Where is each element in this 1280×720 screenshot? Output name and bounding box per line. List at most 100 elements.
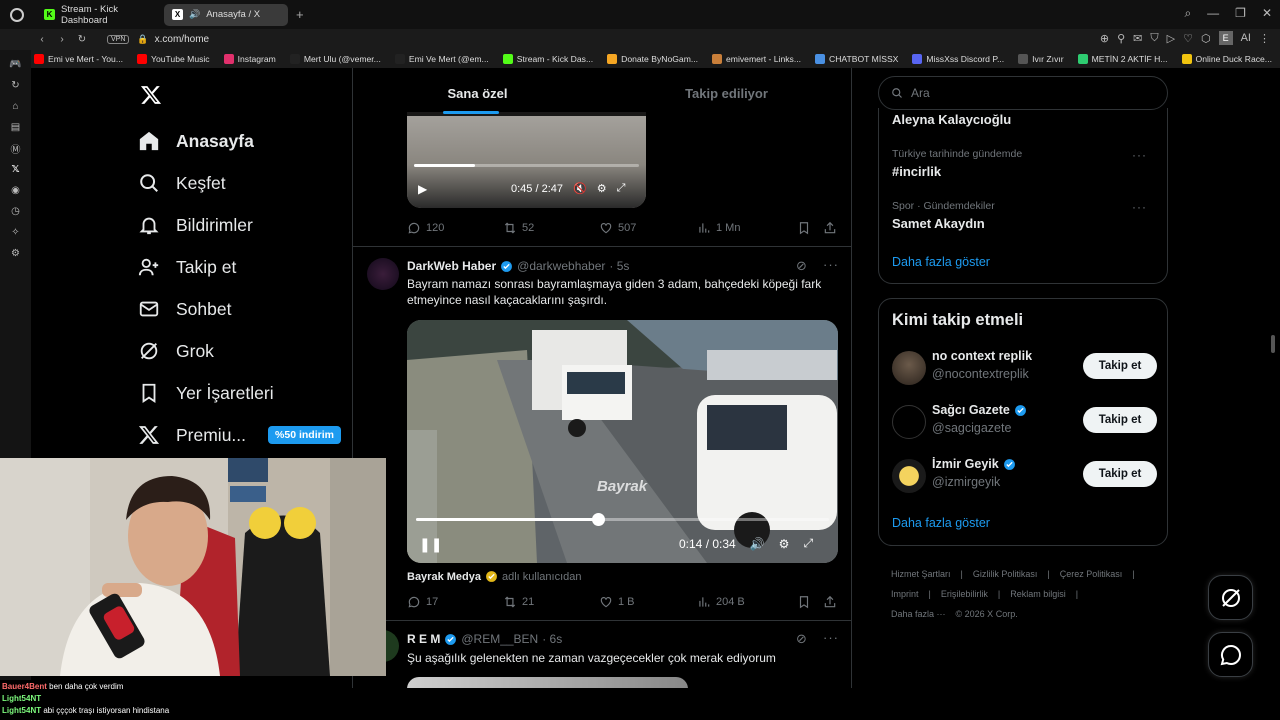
minimize-icon[interactable]: — — [1207, 6, 1219, 21]
footer-link[interactable]: Reklam bilgisi — [1010, 589, 1066, 599]
bookmark-item[interactable]: Stream - Kick Das... — [502, 54, 593, 64]
fullscreen-icon[interactable]: ⤢ — [617, 182, 626, 195]
footer-link[interactable]: Gizlilik Politikası — [973, 569, 1038, 579]
close-window-icon[interactable]: ✕ — [1262, 6, 1272, 21]
bookmark-item[interactable]: Ivır Zıvır — [1018, 54, 1064, 64]
nav-item-follow[interactable]: Takip et — [138, 256, 236, 278]
nav-item-home[interactable]: Anasayfa — [138, 130, 254, 152]
tab-following[interactable]: Takip ediliyor — [602, 68, 851, 116]
footer-link[interactable]: Hizmet Şartları — [891, 569, 951, 579]
trend-name[interactable]: Aleyna Kalaycıoğlu — [892, 112, 1011, 127]
like-button[interactable]: 507 — [599, 221, 697, 235]
menu-icon[interactable]: ⋮ — [1259, 32, 1270, 45]
new-tab-icon[interactable]: + — [296, 7, 304, 22]
x-sidebar-icon[interactable]: 𝕏 — [10, 163, 22, 175]
bookmark-item[interactable]: MissXss Discord P... — [912, 54, 1004, 64]
nav-item-grok[interactable]: Grok — [138, 340, 214, 362]
volume-icon[interactable]: 🔊 — [750, 537, 765, 551]
post-time[interactable]: · 5s — [609, 259, 629, 273]
credit-name[interactable]: Bayrak Medya — [407, 571, 481, 583]
suggestion-name[interactable]: Sağcı Gazete — [932, 403, 1027, 417]
avatar[interactable] — [892, 405, 926, 439]
premium-discount-badge[interactable]: %50 indirim — [268, 426, 341, 444]
search-input[interactable]: Ara — [878, 76, 1168, 110]
bookmark-item[interactable]: METİN 2 AKTİF H... — [1077, 54, 1168, 64]
video-scrub-handle[interactable] — [591, 513, 605, 526]
video-progress-bar[interactable] — [414, 164, 639, 167]
bookmark-item[interactable]: Emi ve Mert - You... — [34, 54, 123, 64]
record-icon[interactable]: ◉ — [10, 184, 22, 196]
author-handle[interactable]: @darkwebhaber — [517, 259, 605, 273]
share-button[interactable] — [823, 595, 837, 609]
nav-item-premium[interactable]: Premiu... %50 indirim — [138, 424, 341, 446]
reply-button[interactable]: 120 — [407, 221, 503, 235]
bookmark-item[interactable]: emivemert - Links... — [712, 54, 801, 64]
page-scrollbar[interactable] — [1271, 335, 1275, 353]
pin-icon[interactable]: ⚲ — [1117, 32, 1125, 45]
vpn-badge[interactable]: VPN — [107, 35, 130, 44]
grok-fab-button[interactable] — [1208, 575, 1253, 620]
trend-name[interactable]: #incirlik — [892, 164, 941, 179]
tab-for-you[interactable]: Sana özel — [353, 68, 602, 116]
play-icon[interactable]: ▶ — [418, 182, 427, 196]
notes-icon[interactable]: ▤ — [10, 121, 22, 133]
profile-avatar[interactable]: E — [1218, 31, 1233, 45]
url-field[interactable]: x.com/home — [155, 34, 209, 45]
repost-button[interactable]: 52 — [503, 221, 599, 235]
extensions-icon[interactable]: ⬡ — [1201, 32, 1211, 45]
avatar[interactable] — [367, 258, 399, 290]
suggestion-name[interactable]: no context replik — [932, 349, 1032, 363]
heart-icon[interactable]: ♡ — [1183, 32, 1193, 45]
footer-link[interactable]: Daha fazla ··· — [891, 609, 946, 619]
like-button[interactable]: 1 B — [599, 595, 697, 609]
mute-icon[interactable]: 🔇 — [573, 182, 587, 195]
avatar[interactable] — [892, 351, 926, 385]
browser-tab-x[interactable]: X 🔊 Anasayfa / X — [164, 3, 288, 26]
m-icon[interactable]: Ⓜ — [10, 142, 22, 156]
more-options-icon[interactable]: ··· — [1132, 148, 1147, 162]
bookmark-item[interactable]: CHATBOT MİSSX — [815, 54, 898, 64]
grok-icon[interactable]: ⊘ — [796, 631, 808, 647]
x-logo-icon[interactable] — [140, 82, 162, 113]
suggestion-handle[interactable]: @sagcigazete — [932, 421, 1011, 435]
nav-item-chat[interactable]: Sohbet — [138, 298, 231, 320]
bookmark-item[interactable]: Donate ByNoGam... — [607, 54, 698, 64]
flow-icon[interactable]: ⌂ — [10, 100, 22, 112]
follow-show-more-link[interactable]: Daha fazla göster — [892, 516, 990, 530]
nav-item-bookmarks[interactable]: Yer İşaretleri — [138, 382, 274, 404]
bookmark-button[interactable] — [797, 595, 823, 609]
views-button[interactable]: 204 B — [697, 595, 797, 609]
post-time[interactable]: · 6s — [542, 632, 562, 646]
views-button[interactable]: 1 Mn — [697, 221, 797, 235]
video-player[interactable]: ▶ 0:45 / 2:47 🔇 ⚙ ⤢ — [407, 112, 646, 208]
settings-icon[interactable]: ⚙ — [10, 247, 22, 259]
nav-item-explore[interactable]: Keşfet — [138, 172, 226, 194]
footer-link[interactable]: Erişilebilirlik — [941, 589, 988, 599]
shield-icon[interactable]: ⛉ — [1150, 32, 1158, 45]
pause-icon[interactable]: ❚❚ — [419, 536, 442, 553]
avatar[interactable] — [892, 459, 926, 493]
more-options-icon[interactable]: ··· — [823, 257, 839, 272]
share-button[interactable] — [823, 221, 837, 235]
follow-button[interactable]: Takip et — [1083, 353, 1157, 379]
suggestion-handle[interactable]: @izmirgeyik — [932, 475, 1000, 489]
search-tabs-icon[interactable]: ⌕ — [1184, 6, 1191, 21]
trends-show-more-link[interactable]: Daha fazla göster — [892, 255, 990, 269]
puzzle-icon[interactable]: ✧ — [10, 226, 22, 238]
envelope-icon[interactable]: ✉ — [1133, 32, 1142, 45]
browser-tab-kick[interactable]: K Stream - Kick Dashboard — [36, 4, 162, 26]
settings-icon[interactable]: ⚙ — [779, 537, 790, 551]
author-name[interactable]: DarkWeb Haber — [407, 259, 496, 273]
footer-link[interactable]: © 2026 X Corp. — [956, 609, 1018, 619]
bookmark-button[interactable] — [797, 221, 823, 235]
bookmark-item[interactable]: Online Duck Race... — [1181, 54, 1272, 64]
restore-icon[interactable]: ❐ — [1235, 6, 1246, 21]
forward-icon[interactable]: › — [53, 34, 71, 45]
suggestion-handle[interactable]: @nocontextreplik — [932, 367, 1029, 381]
grok-icon[interactable]: ⊘ — [796, 258, 808, 274]
back-icon[interactable]: ‹ — [33, 34, 51, 45]
video-player[interactable]: Bayrak ❚❚ 0:14 / 0:34 🔊 ⚙ ⤢ — [407, 320, 838, 563]
reload-icon[interactable]: ↻ — [73, 34, 91, 45]
nav-item-notifications[interactable]: Bildirimler — [138, 214, 253, 236]
footer-link[interactable]: Imprint — [891, 589, 919, 599]
